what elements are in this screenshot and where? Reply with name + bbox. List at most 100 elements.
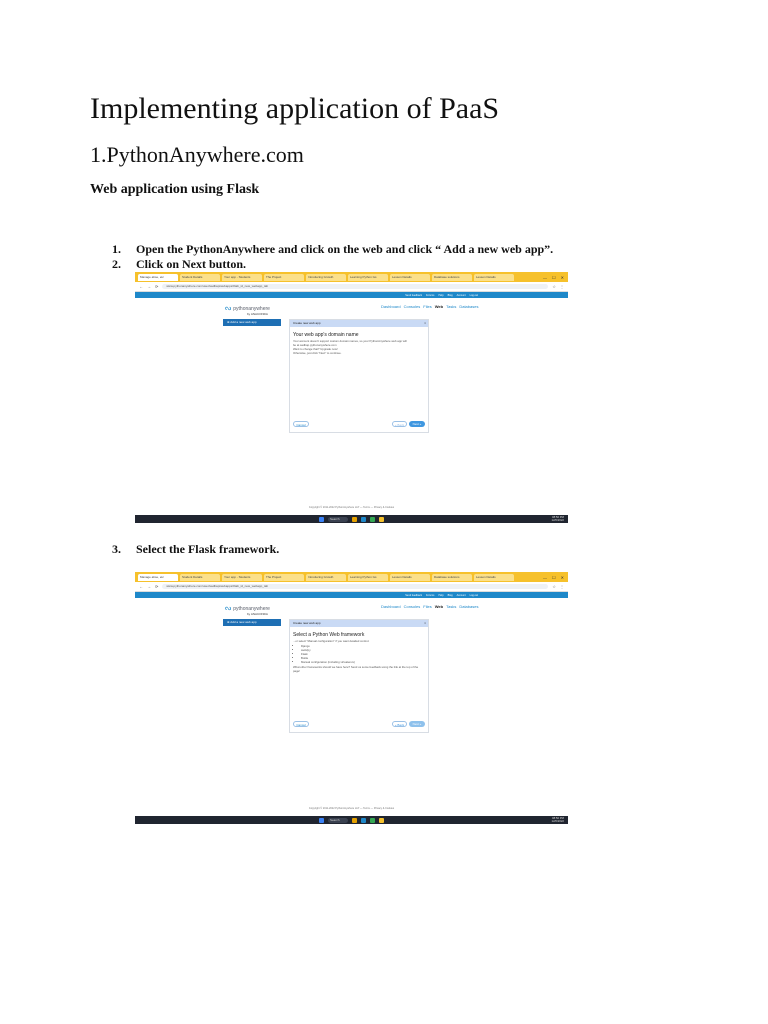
nav-dashboard[interactable]: Dashboard [381,304,401,309]
browser-tab[interactable]: Manage abse, etc [138,273,178,281]
top-link[interactable]: Blog [448,594,453,597]
app-icon[interactable] [379,817,384,823]
next-button[interactable]: Next » [409,721,425,727]
file-explorer-icon[interactable] [352,516,357,522]
nav-files[interactable]: Files [423,304,431,309]
star-icon[interactable]: ☆ [552,284,556,289]
browser-tab[interactable]: Student Details [180,573,220,581]
window-controls: — ☐ ✕ [543,275,568,280]
framework-option-manual[interactable]: Manual configuration (including virtuale… [301,660,425,664]
close-icon[interactable]: × [424,620,428,627]
browser-tab[interactable]: Learning Python Iss [348,573,388,581]
windows-start-icon[interactable] [319,516,324,522]
top-link[interactable]: Blog [448,294,453,297]
browser-tab[interactable]: Lesson Details [390,573,430,581]
top-link[interactable]: Send feedback [405,294,422,297]
chrome-browser-icon[interactable] [370,817,375,823]
top-link[interactable]: Account [457,594,466,597]
cancel-button[interactable]: Cancel [293,421,309,427]
windows-start-icon[interactable] [319,817,324,823]
taskbar-search[interactable]: Search [328,817,348,823]
app-icon[interactable] [379,516,384,522]
close-icon[interactable]: × [424,320,428,327]
nav-databases[interactable]: Databases [459,304,478,309]
nav-dashboard[interactable]: Dashboard [381,604,401,609]
next-button[interactable]: Next » [409,421,425,427]
panel-line: Otherwise, just click "Next" to continue… [293,351,342,355]
nav-web[interactable]: Web [435,604,443,609]
nav-consoles[interactable]: Consoles [404,304,421,309]
browser-tab[interactable]: The Project [264,573,304,581]
step-3: 3. Select the Flask framework. [112,542,279,557]
browser-tab[interactable]: Introducing Growth [306,573,346,581]
browser-tab[interactable]: Manage abse, etc [138,573,178,581]
back-arrow-icon[interactable]: ← [139,584,143,589]
nav-consoles[interactable]: Consoles [404,604,421,609]
main-nav: Dashboard Consoles Files Web Tasks Datab… [381,604,478,609]
nav-tasks[interactable]: Tasks [446,604,456,609]
top-link[interactable]: Help [438,594,443,597]
browser-tab[interactable]: The Project [264,273,304,281]
browser-tab[interactable]: Lesson Details [474,273,514,281]
panel-title: Your web app's domain name [293,332,359,338]
menu-icon[interactable]: ⋮ [560,584,564,589]
back-button[interactable]: « Back [392,421,407,427]
address-bar-row: ← → ⟳ www.pythonanywhere.com/user/sadbap… [135,282,568,292]
top-link[interactable]: Help [438,294,443,297]
top-link[interactable]: Log out [470,594,478,597]
nav-databases[interactable]: Databases [459,604,478,609]
back-arrow-icon[interactable]: ← [139,284,143,289]
maximize-icon[interactable]: ☐ [552,275,556,280]
nav-files[interactable]: Files [423,604,431,609]
forward-arrow-icon[interactable]: → [147,584,151,589]
browser-tab[interactable]: Student Details [180,273,220,281]
snake-logo-icon: ᔓ [225,605,232,612]
reload-icon[interactable]: ⟳ [155,284,158,289]
section-heading: Web application using Flask [90,182,260,197]
back-button[interactable]: « Back [392,721,407,727]
top-link[interactable]: Account [457,294,466,297]
close-icon[interactable]: ✕ [561,275,564,280]
browser-tab[interactable]: Introducing Growth [306,273,346,281]
browser-tab[interactable]: Database solutions [432,273,472,281]
chrome-browser-icon[interactable] [370,516,375,522]
add-new-web-app-label: Add a new web app [230,620,257,624]
close-icon[interactable]: ✕ [561,575,564,580]
system-tray: 08:50 PM 12/6/2022 [552,817,564,823]
pythonanywhere-logo[interactable]: ᔓ pythonanywhere by ANACONDA [225,604,270,616]
top-link[interactable]: Log out [470,294,478,297]
step-text: Click on Next button. [136,257,247,271]
star-icon[interactable]: ☆ [552,584,556,589]
browser-tab[interactable]: Your app - Students [222,573,262,581]
nav-web[interactable]: Web [435,304,443,309]
taskbar-search[interactable]: Search [328,516,348,522]
nav-tasks[interactable]: Tasks [446,304,456,309]
browser-tab[interactable]: Your app - Students [222,273,262,281]
browser-tab[interactable]: Database solutions [432,573,472,581]
top-link[interactable]: Forums [426,294,434,297]
page-body: ᔓ pythonanywhere by ANACONDA Dashboard Co… [135,598,568,817]
browser-tab[interactable]: Learning Python Iss [348,273,388,281]
pythonanywhere-logo[interactable]: ᔓ pythonanywhere by ANACONDA [225,304,270,316]
maximize-icon[interactable]: ☐ [552,575,556,580]
minimize-icon[interactable]: — [543,275,547,280]
edge-browser-icon[interactable] [361,516,366,522]
add-new-web-app-label: Add a new web app [230,320,257,324]
browser-tab[interactable]: Lesson Details [390,273,430,281]
document-subtitle: 1.PythonAnywhere.com [90,142,304,167]
browser-tab[interactable]: Lesson Details [474,573,514,581]
reload-icon[interactable]: ⟳ [155,584,158,589]
forward-arrow-icon[interactable]: → [147,284,151,289]
file-explorer-icon[interactable] [352,817,357,823]
address-input[interactable]: www.pythonanywhere.com/user/sadbap/webap… [162,284,549,289]
cancel-button[interactable]: Cancel [293,721,309,727]
minimize-icon[interactable]: — [543,575,547,580]
windows-taskbar: Search 08:50 PM 12/6/2022 [135,515,568,523]
address-input[interactable]: www.pythonanywhere.com/user/sadbap/webap… [162,584,549,589]
top-link[interactable]: Send feedback [405,594,422,597]
add-new-web-app-button[interactable]: ⊕ Add a new web app [223,619,281,626]
add-new-web-app-button[interactable]: ⊕ Add a new web app [223,319,281,326]
menu-icon[interactable]: ⋮ [560,284,564,289]
edge-browser-icon[interactable] [361,817,366,823]
top-link[interactable]: Forums [426,594,434,597]
